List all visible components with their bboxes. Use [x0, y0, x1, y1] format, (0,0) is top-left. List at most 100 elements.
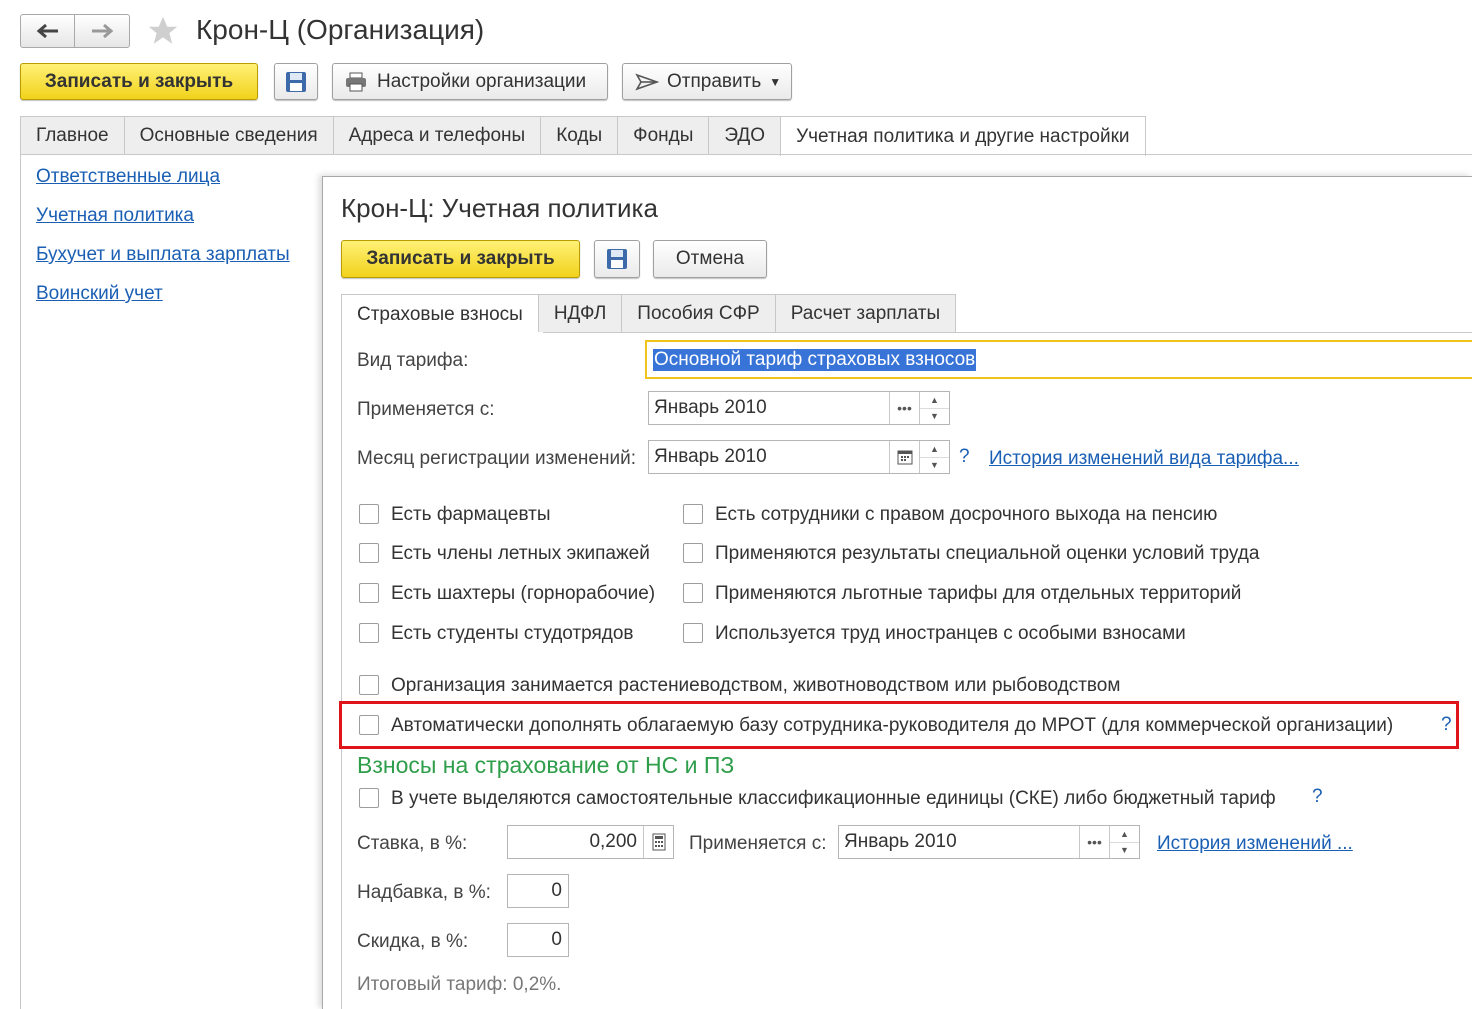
back-button[interactable] — [20, 14, 76, 48]
window-title: Крон-Ц (Организация) — [196, 14, 485, 45]
reg-month-field[interactable]: Январь 2010 ▲ ▼ — [648, 440, 950, 474]
ske-checkbox[interactable] — [359, 788, 379, 808]
territory-tariffs-label: Применяются льготные тарифы для отдельны… — [715, 583, 1242, 604]
sidebar-link-payroll[interactable]: Бухучет и выплата зарплаты — [36, 244, 290, 266]
printer-icon — [346, 72, 366, 91]
floppy-disk-icon — [607, 249, 627, 269]
send-button[interactable]: Отправить ▼ — [622, 63, 792, 100]
pharmacists-label: Есть фармацевты — [391, 504, 551, 525]
mrot-checkbox[interactable] — [359, 715, 379, 735]
floppy-disk-icon — [286, 71, 306, 92]
spin-up-icon[interactable]: ▲ — [920, 392, 949, 409]
send-label: Отправить — [667, 70, 762, 92]
total-tariff-text: Итоговый тариф: 0,2%. — [357, 974, 562, 995]
early-pension-label: Есть сотрудники с правом досрочного выхо… — [715, 504, 1218, 525]
rate-field[interactable]: 0,200 — [507, 825, 674, 859]
calendar-icon[interactable] — [889, 441, 919, 473]
tab-main[interactable]: Главное — [20, 116, 125, 154]
tab-sfr-benefits[interactable]: Пособия СФР — [621, 294, 776, 332]
applies-from-value: Январь 2010 — [654, 397, 767, 418]
special-assessment-checkbox[interactable] — [683, 543, 703, 563]
flight-crew-checkbox[interactable] — [359, 543, 379, 563]
foreigners-label: Используется труд иностранцев с особыми … — [715, 623, 1186, 644]
surcharge-label: Надбавка, в %: — [357, 882, 491, 903]
reg-month-value: Январь 2010 — [654, 446, 767, 467]
tariff-label: Вид тарифа: — [357, 350, 469, 371]
dialog-content-border — [341, 332, 342, 1009]
calculator-icon[interactable] — [643, 826, 673, 858]
org-settings-label: Настройки организации — [377, 70, 587, 92]
tab-ndfl[interactable]: НДФЛ — [537, 294, 623, 332]
rate-applies-label: Применяется с: — [689, 833, 827, 854]
sidebar-link-responsible[interactable]: Ответственные лица — [36, 166, 220, 188]
spin-up-icon[interactable]: ▲ — [1110, 826, 1139, 843]
save-close-button[interactable]: Записать и закрыть — [20, 63, 258, 100]
select-button[interactable]: ••• — [1079, 826, 1109, 858]
agriculture-checkbox[interactable] — [359, 675, 379, 695]
main-tabs: Главное Основные сведения Адреса и телеф… — [20, 116, 1146, 156]
tab-payroll-calc[interactable]: Расчет зарплаты — [774, 294, 957, 332]
ske-help-icon[interactable]: ? — [1312, 786, 1323, 808]
forward-button[interactable] — [74, 14, 130, 48]
select-button[interactable]: ••• — [889, 392, 919, 424]
miners-label: Есть шахтеры (горнорабочие) — [391, 583, 656, 604]
students-checkbox[interactable] — [359, 623, 379, 643]
foreigners-checkbox[interactable] — [683, 623, 703, 643]
spin-down-icon[interactable]: ▼ — [920, 409, 949, 425]
surcharge-value: 0 — [551, 880, 562, 901]
special-assessment-label: Применяются результаты специальной оценк… — [715, 543, 1260, 564]
applies-from-field[interactable]: Январь 2010 ••• ▲ ▼ — [648, 391, 950, 425]
help-icon[interactable]: ? — [959, 446, 970, 468]
rate-label: Ставка, в %: — [357, 833, 468, 854]
reg-month-label: Месяц регистрации изменений: — [357, 448, 636, 469]
reg-month-spinner[interactable]: ▲ ▼ — [919, 441, 949, 473]
applies-label: Применяется с: — [357, 399, 495, 420]
tab-addresses[interactable]: Адреса и телефоны — [332, 116, 542, 154]
mrot-label: Автоматически дополнять облагаемую базу … — [391, 715, 1394, 736]
tab-edo[interactable]: ЭДО — [708, 116, 782, 154]
tariff-type-field[interactable]: Основной тариф страховых взносов — [645, 340, 1472, 379]
rate-month-spinner[interactable]: ▲ ▼ — [1109, 826, 1139, 858]
month-spinner[interactable]: ▲ ▼ — [919, 392, 949, 424]
discount-value: 0 — [551, 929, 562, 950]
surcharge-field[interactable]: 0 — [507, 874, 569, 908]
tab-funds[interactable]: Фонды — [617, 116, 710, 154]
spin-down-icon[interactable]: ▼ — [920, 458, 949, 474]
early-pension-checkbox[interactable] — [683, 504, 703, 524]
arrow-right-icon — [92, 23, 114, 39]
tariff-history-link[interactable]: История изменений вида тарифа... — [989, 448, 1299, 470]
ske-label: В учете выделяются самостоятельные класс… — [391, 788, 1276, 809]
content-left-border — [20, 154, 21, 1009]
students-label: Есть студенты студотрядов — [391, 623, 634, 644]
spin-up-icon[interactable]: ▲ — [920, 441, 949, 458]
org-settings-button[interactable]: Настройки организации — [332, 63, 608, 100]
arrow-left-icon — [36, 23, 58, 39]
discount-label: Скидка, в %: — [357, 931, 469, 952]
mrot-help-icon[interactable]: ? — [1441, 714, 1452, 736]
dialog-save-close-button[interactable]: Записать и закрыть — [341, 240, 580, 278]
ns-section-title: Взносы на страхование от НС и ПЗ — [357, 752, 735, 778]
miners-checkbox[interactable] — [359, 583, 379, 603]
tab-basic-info[interactable]: Основные сведения — [123, 116, 334, 154]
save-button[interactable] — [274, 63, 318, 100]
agriculture-label: Организация занимается растениеводством,… — [391, 675, 1121, 696]
sidebar-link-military[interactable]: Воинский учет — [36, 283, 163, 305]
rate-history-link[interactable]: История изменений ... — [1157, 833, 1353, 855]
discount-field[interactable]: 0 — [507, 923, 569, 957]
tab-codes[interactable]: Коды — [540, 116, 619, 154]
paper-plane-icon — [635, 73, 659, 90]
dialog-save-button[interactable] — [594, 240, 640, 278]
tariff-type-value: Основной тариф страховых взносов — [653, 348, 977, 371]
sidebar-link-accounting-policy[interactable]: Учетная политика — [36, 205, 194, 227]
favorite-star-icon[interactable] — [145, 14, 181, 54]
pharmacists-checkbox[interactable] — [359, 504, 379, 524]
cancel-button[interactable]: Отмена — [653, 240, 767, 278]
tab-insurance[interactable]: Страховые взносы — [341, 294, 539, 334]
tabs-divider — [20, 154, 1472, 155]
dialog-tabs: Страховые взносы НДФЛ Пособия СФР Расчет… — [341, 294, 957, 334]
territory-tariffs-checkbox[interactable] — [683, 583, 703, 603]
spin-down-icon[interactable]: ▼ — [1110, 843, 1139, 859]
chevron-down-icon: ▼ — [769, 74, 782, 89]
rate-applies-field[interactable]: Январь 2010 ••• ▲ ▼ — [838, 825, 1140, 859]
tab-accounting-policy[interactable]: Учетная политика и другие настройки — [780, 116, 1146, 156]
